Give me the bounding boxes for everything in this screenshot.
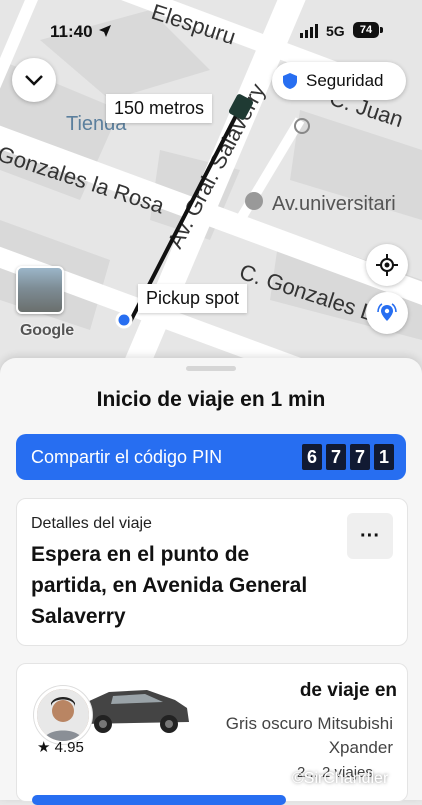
crosshair-icon (376, 254, 398, 276)
collapse-button[interactable] (12, 58, 56, 102)
pickup-tag: Pickup spot (138, 284, 248, 313)
security-label: Seguridad (306, 71, 384, 90)
location-pin-icon (377, 303, 397, 321)
security-button[interactable]: Seguridad (272, 62, 406, 100)
location-arrow-icon (99, 25, 111, 37)
poi-label-universitaria: Av.universitari (272, 193, 396, 215)
share-location-button[interactable] (366, 292, 408, 334)
google-logo: Google (20, 322, 74, 339)
trip-details-label: Detalles del viaje (31, 515, 152, 532)
shield-icon (283, 73, 297, 89)
car-image (81, 690, 189, 733)
pin-digit: 7 (350, 444, 370, 470)
drag-handle[interactable] (186, 366, 236, 371)
trip-time-heading: de viaje en (299, 680, 397, 701)
car-model: Gris oscuro Mitsubishi Xpander (225, 714, 393, 757)
more-options-button[interactable]: ··· (347, 513, 393, 559)
bottom-action-button[interactable] (32, 795, 286, 805)
distance-tag: 150 metros (106, 94, 213, 123)
street-view-thumbnail[interactable] (16, 266, 64, 314)
network-type: 5G (326, 23, 345, 39)
battery-icon: 74 (353, 22, 379, 38)
battery-tip (380, 27, 383, 33)
share-pin-button[interactable]: Compartir el código PIN 6 7 7 1 (16, 434, 406, 480)
driver-avatar (34, 686, 92, 744)
signal-icon (300, 24, 318, 38)
pin-code: 6 7 7 1 (302, 444, 394, 470)
status-time: 11:40 (50, 22, 93, 41)
poi-icon (245, 192, 263, 210)
pin-digit: 1 (374, 444, 394, 470)
recenter-button[interactable] (366, 244, 408, 286)
chevron-down-icon (25, 75, 43, 86)
trip-bottom-sheet: Inicio de viaje en 1 min Compartir el có… (0, 358, 422, 802)
status-bar: 11:40 5G 74 (0, 0, 422, 50)
trip-details-text: Espera en el punto de partida, en Avenid… (31, 543, 308, 628)
driver-rating: ★ 4.95 (37, 739, 84, 756)
trip-status-title: Inicio de viaje en 1 min (96, 388, 326, 411)
share-pin-label: Compartir el código PIN (31, 446, 223, 467)
pickup-dot (115, 311, 133, 329)
watermark: ©SirChandler (292, 770, 389, 787)
pin-digit: 7 (326, 444, 346, 470)
trip-details-card: Detalles del viaje Espera en el punto de… (16, 498, 408, 646)
pin-digit: 6 (302, 444, 322, 470)
